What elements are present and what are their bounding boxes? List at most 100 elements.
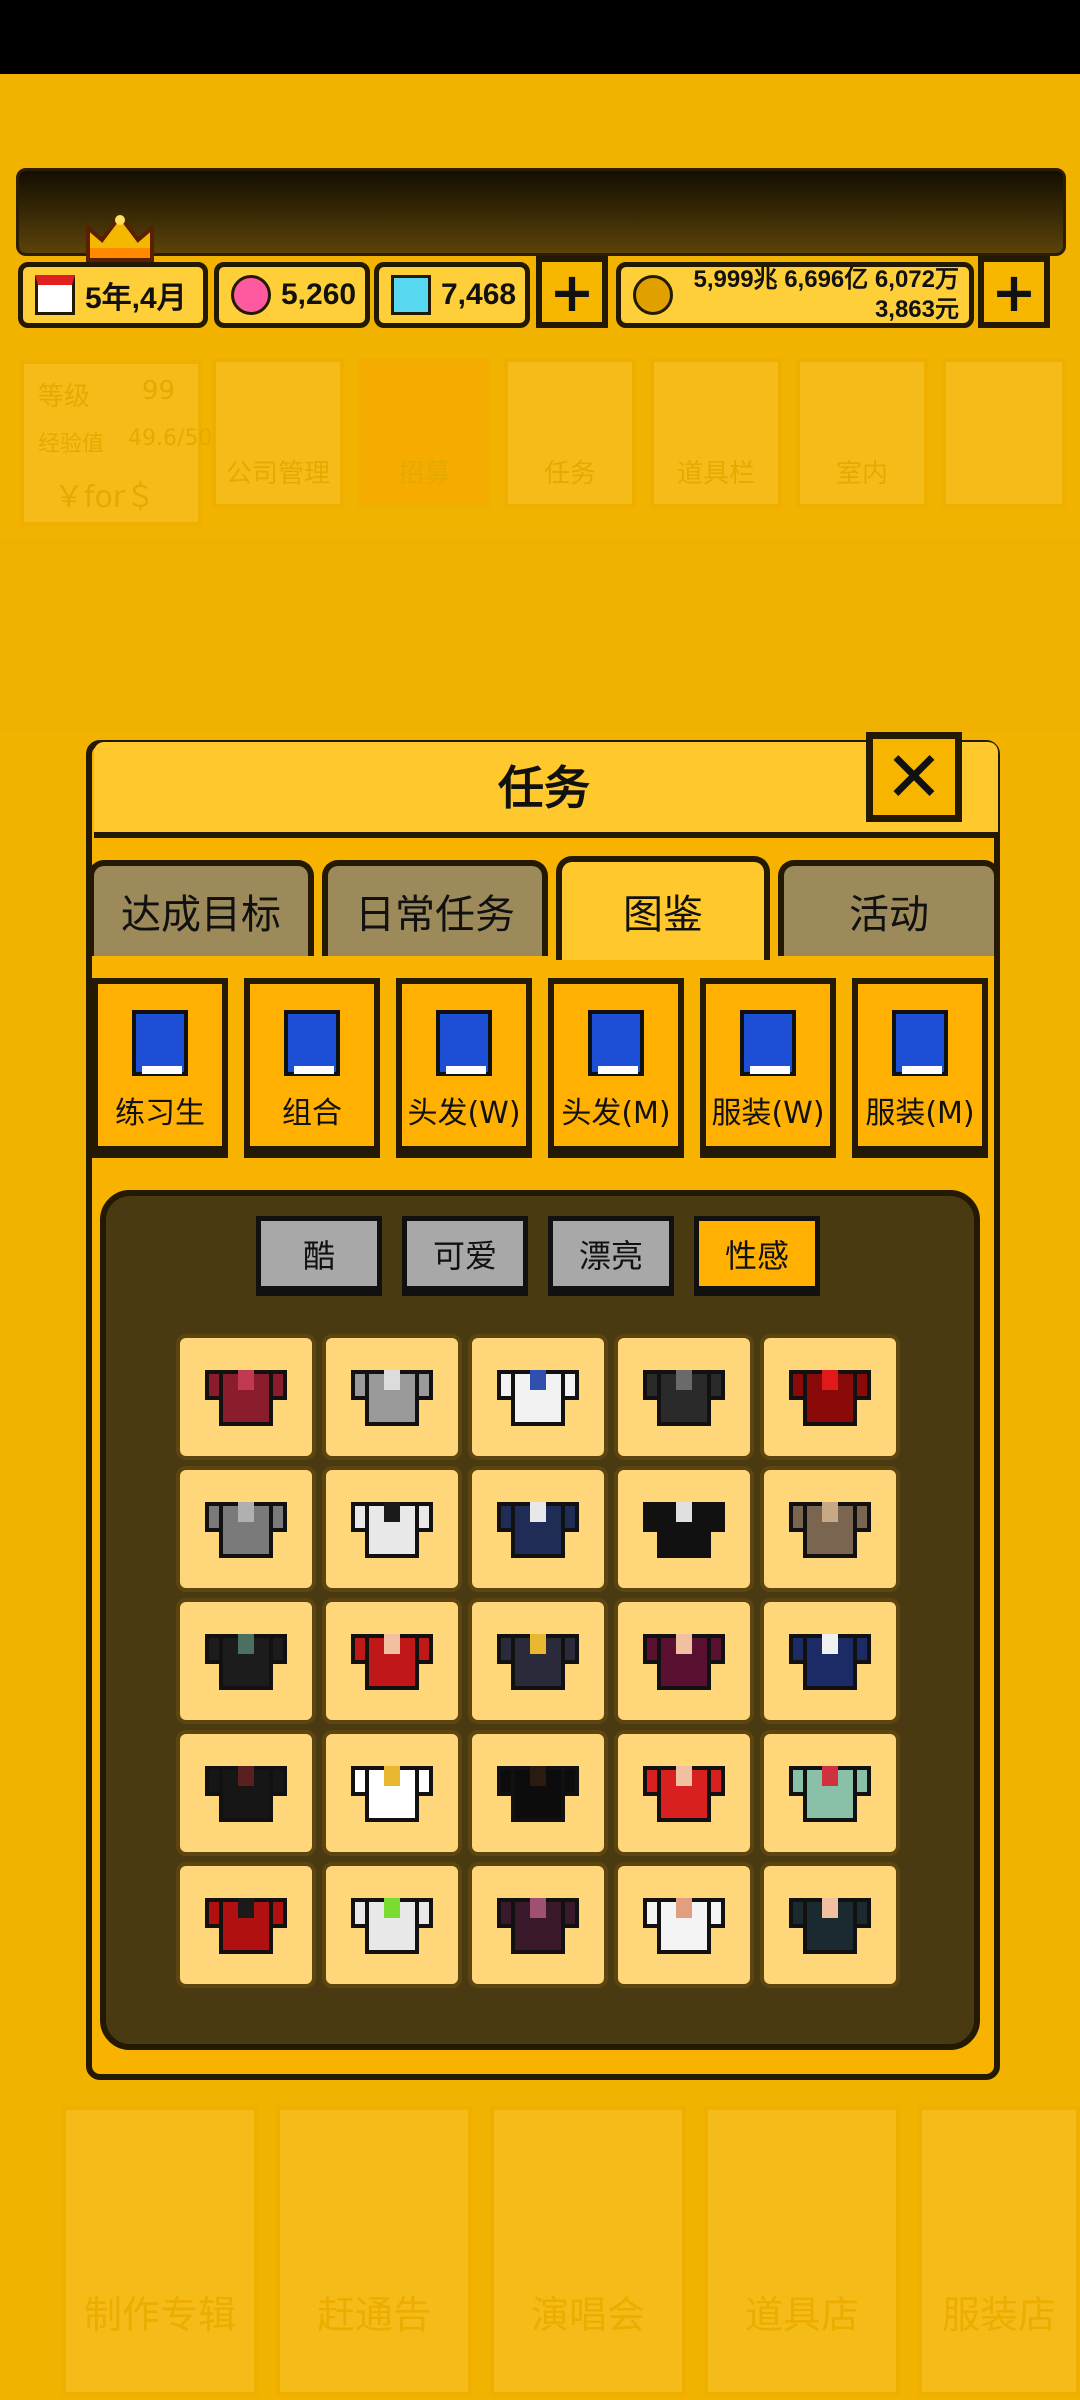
outfit-cell[interactable] xyxy=(468,1730,608,1856)
outfit-cell[interactable] xyxy=(760,1730,900,1856)
bg-menu-mail xyxy=(942,358,1066,508)
bg-scene xyxy=(0,540,1080,730)
shirt-icon xyxy=(497,1894,579,1956)
shirt-icon xyxy=(497,1762,579,1824)
shirt-icon xyxy=(789,1498,871,1560)
category-label: 服装(W) xyxy=(711,1096,825,1131)
money-counter: 5,999兆 6,696亿 6,072万 3,863元 xyxy=(616,262,974,328)
category-outfit-women[interactable]: 服装(W) xyxy=(700,978,836,1158)
pink-gem-counter[interactable]: 5,260 xyxy=(214,262,370,328)
shirt-icon xyxy=(643,1630,725,1692)
shirt-icon xyxy=(351,1894,433,1956)
book-icon xyxy=(284,1010,340,1076)
outfit-cell[interactable] xyxy=(322,1466,462,1592)
shirt-icon xyxy=(643,1366,725,1428)
shirt-icon xyxy=(351,1630,433,1692)
category-group[interactable]: 组合 xyxy=(244,978,380,1158)
shirt-icon xyxy=(205,1894,287,1956)
exp-label: 经验值 xyxy=(38,432,105,457)
outfit-cell[interactable] xyxy=(760,1598,900,1724)
outfit-cell[interactable] xyxy=(468,1862,608,1988)
category-label: 练习生 xyxy=(115,1096,205,1131)
outfit-cell[interactable] xyxy=(322,1598,462,1724)
outfit-cell[interactable] xyxy=(468,1598,608,1724)
shirt-icon xyxy=(789,1630,871,1692)
category-label: 头发(M) xyxy=(561,1096,671,1131)
bg-menu-recruit: 招募 xyxy=(358,358,490,508)
style-tab-pretty[interactable]: 漂亮 xyxy=(548,1216,674,1296)
outfit-cell[interactable] xyxy=(614,1598,754,1724)
outfit-cell[interactable] xyxy=(614,1334,754,1460)
bg-bottom-clothing-shop: 服装店 xyxy=(918,2106,1080,2396)
top-banner xyxy=(16,168,1066,256)
book-icon xyxy=(436,1010,492,1076)
book-icon xyxy=(740,1010,796,1076)
outfit-cell[interactable] xyxy=(760,1466,900,1592)
level-panel: 等级 99 经验值 49.6/50 ￥for＄ xyxy=(20,360,212,526)
category-label: 服装(M) xyxy=(865,1096,975,1131)
shirt-icon xyxy=(497,1366,579,1428)
add-money-button[interactable]: + xyxy=(978,256,1050,328)
shirt-icon xyxy=(789,1894,871,1956)
bg-bottom-concert: 演唱会 xyxy=(490,2106,686,2396)
system-status-bar xyxy=(0,0,1080,74)
book-icon xyxy=(588,1010,644,1076)
category-hair-men[interactable]: 头发(M) xyxy=(548,978,684,1158)
outfit-cell[interactable] xyxy=(176,1466,316,1592)
pink-gem-value: 5,260 xyxy=(281,278,357,311)
blue-gem-counter[interactable]: 7,468 xyxy=(374,262,530,328)
money-line-2: 3,863元 xyxy=(874,296,959,323)
outfit-cell[interactable] xyxy=(760,1334,900,1460)
date-value: 5年,4月 xyxy=(85,282,187,315)
bg-bottom-make-album: 制作专辑 xyxy=(62,2106,258,2396)
category-hair-women[interactable]: 头发(W) xyxy=(396,978,532,1158)
outfit-cell[interactable] xyxy=(468,1334,608,1460)
add-gems-button[interactable]: + xyxy=(536,256,608,328)
tab-collection[interactable]: 图鉴 xyxy=(556,856,770,960)
tab-achievements[interactable]: 达成目标 xyxy=(88,860,314,956)
bg-menu-inventory: 道具栏 xyxy=(650,358,782,508)
tab-daily-tasks[interactable]: 日常任务 xyxy=(322,860,548,956)
shirt-icon xyxy=(497,1630,579,1692)
category-outfit-men[interactable]: 服装(M) xyxy=(852,978,988,1158)
bg-bottom-schedule: 赶通告 xyxy=(276,2106,472,2396)
level-label: 等级 xyxy=(38,382,91,412)
shirt-icon xyxy=(643,1498,725,1560)
book-icon xyxy=(132,1010,188,1076)
shirt-icon xyxy=(351,1762,433,1824)
bg-bottom-item-shop: 道具店 xyxy=(704,2106,900,2396)
outfit-cell[interactable] xyxy=(614,1466,754,1592)
shirt-icon xyxy=(205,1366,287,1428)
calendar-icon xyxy=(35,275,75,315)
style-tab-cool[interactable]: 酷 xyxy=(256,1216,382,1296)
outfit-cell[interactable] xyxy=(614,1730,754,1856)
outfit-cell[interactable] xyxy=(760,1862,900,1988)
outfit-cell[interactable] xyxy=(322,1862,462,1988)
style-tab-sexy[interactable]: 性感 xyxy=(694,1216,820,1296)
pink-gem-icon xyxy=(231,275,271,315)
outfit-cell[interactable] xyxy=(322,1334,462,1460)
book-icon xyxy=(892,1010,948,1076)
close-button[interactable]: ✕ xyxy=(866,732,962,822)
coin-icon xyxy=(633,275,673,315)
shirt-icon xyxy=(789,1762,871,1824)
shirt-icon xyxy=(789,1366,871,1428)
outfit-cell[interactable] xyxy=(614,1862,754,1988)
category-trainee[interactable]: 练习生 xyxy=(92,978,228,1158)
style-tab-cute[interactable]: 可爱 xyxy=(402,1216,528,1296)
outfit-cell[interactable] xyxy=(468,1466,608,1592)
shirt-icon xyxy=(351,1366,433,1428)
tab-events[interactable]: 活动 xyxy=(778,860,1000,956)
shirt-icon xyxy=(205,1498,287,1560)
outfit-cell[interactable] xyxy=(176,1730,316,1856)
shirt-icon xyxy=(205,1630,287,1692)
outfit-cell[interactable] xyxy=(176,1862,316,1988)
bg-menu-interior: 室内 xyxy=(796,358,928,508)
outfit-cell[interactable] xyxy=(322,1730,462,1856)
outfit-cell[interactable] xyxy=(176,1598,316,1724)
money-line-1: 5,999兆 6,696亿 6,072万 xyxy=(693,266,959,293)
dialog-title: 任务 xyxy=(498,761,590,815)
category-label: 组合 xyxy=(282,1096,342,1131)
money-value: 5,999兆 6,696亿 6,072万 3,863元 xyxy=(683,265,969,325)
outfit-cell[interactable] xyxy=(176,1334,316,1460)
